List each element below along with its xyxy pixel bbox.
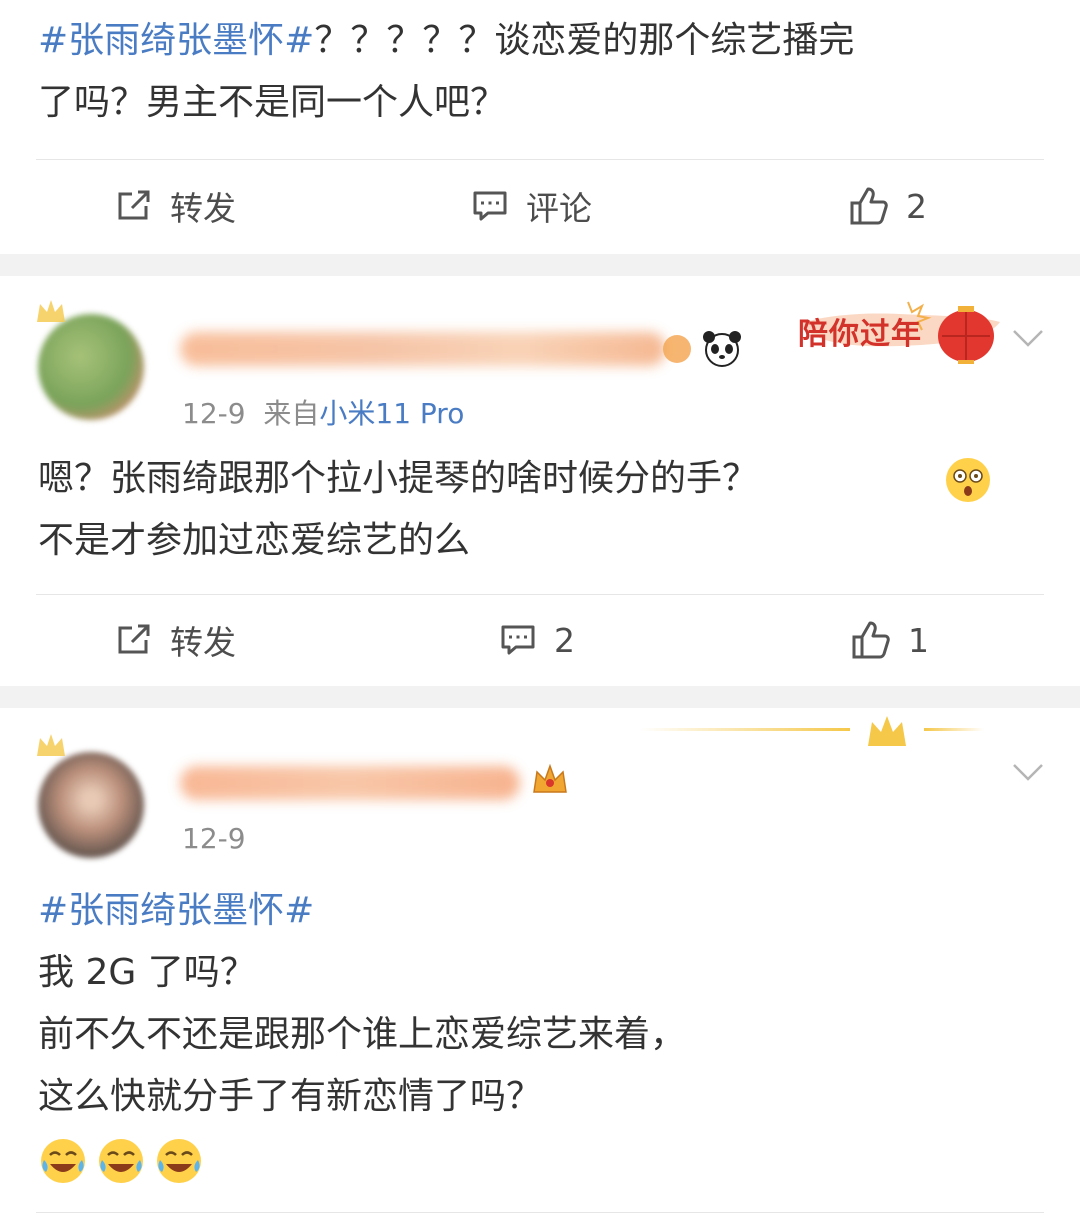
source-device-link[interactable]: 小米11 Pro xyxy=(319,397,464,430)
tears-of-joy-emoji xyxy=(41,1139,85,1183)
comment-icon xyxy=(473,191,507,221)
chevron-down-icon[interactable] xyxy=(1012,328,1044,348)
decoration-line xyxy=(640,728,850,731)
avatar[interactable] xyxy=(38,314,144,420)
divider xyxy=(36,1212,1044,1213)
tears-of-joy-emoji xyxy=(157,1139,201,1183)
post-meta: 12-9 xyxy=(182,822,246,855)
repost-button[interactable]: 转发 xyxy=(114,610,236,670)
repost-button[interactable]: 转发 xyxy=(114,176,236,236)
like-button[interactable]: 2 xyxy=(848,176,927,236)
vip-crown-icon xyxy=(533,763,567,793)
divider xyxy=(36,159,1044,160)
post-meta: 12-9 来自小米11 Pro xyxy=(182,397,465,430)
comment-button[interactable]: 2 xyxy=(498,610,575,670)
avatar[interactable] xyxy=(38,752,144,858)
action-bar: 转发 2 1 xyxy=(0,610,1080,670)
chevron-down-icon[interactable] xyxy=(1012,762,1044,782)
repost-icon xyxy=(118,190,150,220)
like-icon xyxy=(850,187,888,225)
badge-text: 陪你过年 xyxy=(798,317,922,352)
decoration-line xyxy=(924,728,984,731)
like-icon xyxy=(852,621,890,659)
post-card-2: 陪你过年 12-9 来自小米11 Pro 嗯？张雨绮跟那个拉小提琴的啥时候分的手… xyxy=(0,276,1080,686)
comment-button[interactable]: 评论 xyxy=(470,176,592,236)
topic-link[interactable]: #张雨绮张墨怀# xyxy=(38,20,314,61)
comment-icon xyxy=(501,625,535,655)
panda-icon xyxy=(703,331,741,367)
like-button[interactable]: 1 xyxy=(850,610,929,670)
post-1-text: #张雨绮张墨怀#？？？？？谈恋爱的那个综艺播完 了吗？男主不是同一个人吧？ xyxy=(38,20,855,123)
vip-badge-icon xyxy=(663,335,691,363)
post-card-1: #张雨绮张墨怀#？？？？？谈恋爱的那个综艺播完 了吗？男主不是同一个人吧？ 转发… xyxy=(0,0,1080,254)
username[interactable] xyxy=(180,332,666,366)
tears-of-joy-emoji xyxy=(99,1139,143,1183)
crown-icon xyxy=(37,734,65,756)
action-bar: 转发 评论 2 xyxy=(0,176,1080,236)
astonished-emoji xyxy=(946,458,990,502)
divider xyxy=(36,594,1044,595)
crown-icon xyxy=(868,716,906,746)
post-3-text: #张雨绮张墨怀# 我 2G 了吗？ 前不久不还是跟那个谁上恋爱综艺来着， 这么快… xyxy=(38,890,687,1117)
post-card-3: 12-9 #张雨绮张墨怀# 我 2G 了吗？ 前不久不还是跟那个谁上恋爱综艺来着… xyxy=(0,708,1080,1218)
crown-icon xyxy=(37,300,65,322)
topic-link[interactable]: #张雨绮张墨怀# xyxy=(38,890,314,931)
post-2-text: 嗯？张雨绮跟那个拉小提琴的啥时候分的手？ 不是才参加过恋爱综艺的么 xyxy=(38,458,759,561)
username[interactable] xyxy=(180,766,520,800)
repost-icon xyxy=(118,624,150,654)
